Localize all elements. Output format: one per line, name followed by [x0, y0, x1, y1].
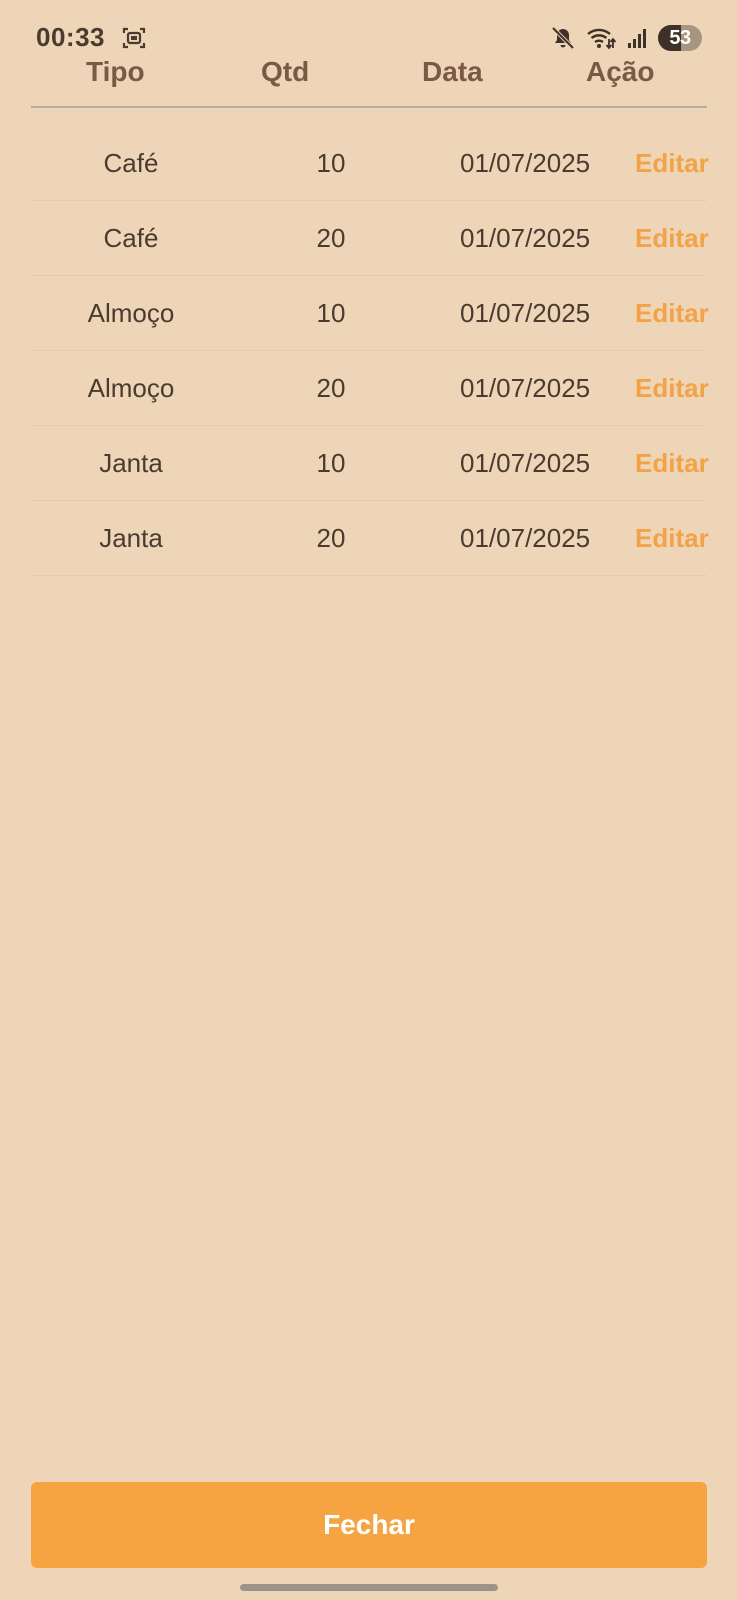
header-data: Data — [422, 56, 483, 87]
cell-data: 01/07/2025 — [460, 523, 591, 553]
wifi-icon — [586, 25, 616, 51]
status-time: 00:33 — [36, 22, 105, 52]
edit-link[interactable]: Editar — [635, 298, 709, 329]
table-header: Tipo Qtd Data Ação — [31, 56, 707, 108]
cell-data: 01/07/2025 — [460, 148, 591, 178]
cell-tipo: Almoço — [87, 373, 175, 403]
table-row: Almoço 20 01/07/2025 Editar — [31, 351, 709, 426]
battery-level: 53 — [669, 26, 691, 49]
edit-link[interactable]: Editar — [635, 448, 709, 479]
screenshot-icon — [122, 26, 146, 50]
cell-tipo: Café — [103, 148, 159, 178]
table-row: Café 20 01/07/2025 Editar — [31, 201, 709, 276]
close-button[interactable]: Fechar — [31, 1482, 707, 1568]
cell-data: 01/07/2025 — [460, 373, 591, 403]
cell-qtd: 10 — [316, 148, 346, 178]
signal-icon — [626, 26, 648, 50]
battery-icon: 53 — [658, 25, 702, 51]
cell-qtd: 20 — [316, 373, 346, 403]
edit-link[interactable]: Editar — [635, 373, 709, 404]
header-acao: Ação — [586, 56, 655, 87]
table-body: Café 10 01/07/2025 Editar Café 20 01/07/… — [31, 126, 709, 576]
cell-tipo: Janta — [99, 523, 163, 553]
cell-qtd: 20 — [316, 523, 346, 553]
cell-data: 01/07/2025 — [460, 448, 591, 478]
edit-link[interactable]: Editar — [635, 148, 709, 179]
table-row: Café 10 01/07/2025 Editar — [31, 126, 709, 201]
edit-link[interactable]: Editar — [635, 223, 709, 254]
mute-icon — [550, 25, 576, 51]
cell-tipo: Janta — [99, 448, 163, 478]
status-bar: 00:33 53 — [36, 18, 702, 58]
header-tipo: Tipo — [86, 56, 145, 87]
table-row: Almoço 10 01/07/2025 Editar — [31, 276, 709, 351]
cell-data: 01/07/2025 — [460, 223, 591, 253]
table-row: Janta 10 01/07/2025 Editar — [31, 426, 709, 501]
header-qtd: Qtd — [261, 56, 310, 87]
status-icons: 53 — [550, 22, 702, 54]
cell-data: 01/07/2025 — [460, 298, 591, 328]
cell-qtd: 10 — [316, 298, 346, 328]
cell-tipo: Almoço — [87, 298, 175, 328]
edit-link[interactable]: Editar — [635, 523, 709, 554]
home-indicator[interactable] — [240, 1584, 498, 1591]
table-row: Janta 20 01/07/2025 Editar — [31, 501, 709, 576]
cell-qtd: 20 — [316, 223, 346, 253]
cell-qtd: 10 — [316, 448, 346, 478]
cell-tipo: Café — [103, 223, 159, 253]
